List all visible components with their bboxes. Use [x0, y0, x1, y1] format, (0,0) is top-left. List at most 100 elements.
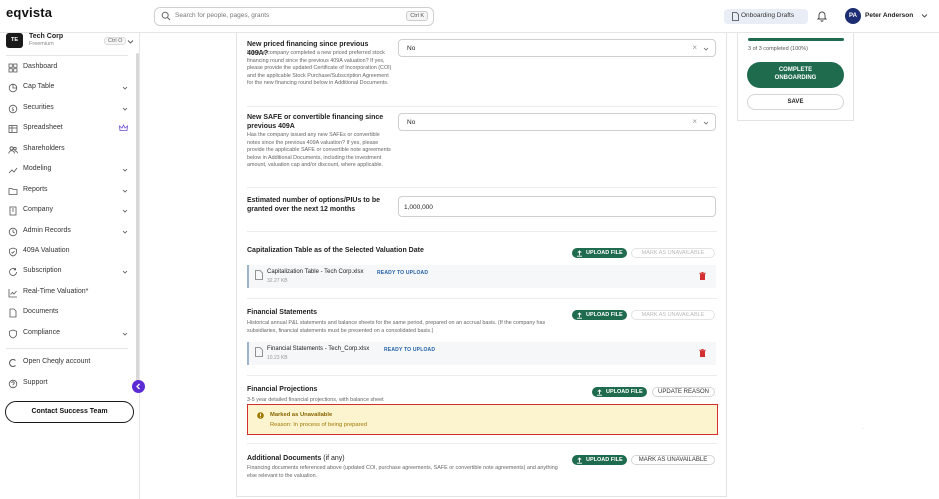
file-size: 10.23 KB	[267, 355, 288, 361]
chevron-down-icon	[122, 230, 128, 234]
safe-financing-select[interactable]: No ×	[398, 113, 716, 131]
upload-file-button[interactable]: UPLOAD FILE	[572, 455, 627, 465]
building-icon	[9, 206, 17, 216]
bell-icon[interactable]	[817, 10, 827, 22]
sidebar-item-subscription[interactable]: Subscription	[8, 265, 128, 279]
company-plan: Freemium	[29, 41, 54, 47]
sidebar-item-open-cheqly[interactable]: Open Cheqly account	[8, 356, 128, 370]
upload-file-button[interactable]: UPLOAD FILE	[572, 248, 627, 258]
sidebar-item-admin-records[interactable]: Admin Records	[8, 225, 128, 239]
document-icon	[9, 308, 17, 318]
upload-file-button[interactable]: UPLOAD FILE	[572, 310, 627, 320]
search-placeholder: Search for people, pages, grants	[175, 12, 270, 19]
dollar-icon: $	[8, 104, 18, 114]
search-input[interactable]: Search for people, pages, grants Ctrl K	[154, 7, 434, 26]
complete-label-line2: ONBOARDING	[774, 74, 817, 81]
modeling-icon	[8, 167, 18, 174]
unavailable-notice: Marked as Unavailable Reason: In process…	[247, 404, 718, 435]
upload-icon	[597, 388, 602, 396]
sidebar-item-label: Real-Time Valuation*	[23, 288, 89, 295]
company-shortcut: Ctrl O	[104, 37, 127, 45]
sidebar-item-label: Spreadsheet	[23, 124, 63, 131]
sidebar-item-label: Compliance	[23, 329, 60, 336]
avatar[interactable]: PA	[845, 8, 861, 24]
sidebar-item-reports[interactable]: Reports	[8, 184, 128, 198]
clear-icon[interactable]: ×	[692, 118, 697, 126]
trash-icon[interactable]	[699, 272, 706, 280]
complete-onboarding-button[interactable]: COMPLETE ONBOARDING	[747, 62, 844, 88]
progress-text: 3 of 3 completed (100%)	[748, 46, 808, 52]
sidebar-item-support[interactable]: Support	[8, 377, 128, 391]
chevron-down-icon[interactable]	[703, 46, 709, 52]
sidebar-item-label: Admin Records	[23, 227, 71, 234]
options-estimate-input[interactable]: 1,000,000	[398, 196, 716, 217]
priced-financing-value: No	[407, 45, 416, 52]
update-reason-button[interactable]: UPDATE REASON	[652, 387, 715, 397]
unavailable-reason: Reason: In process of being prepared	[270, 422, 367, 428]
sidebar-item-cap-table[interactable]: Cap Table	[8, 81, 128, 95]
app-logo[interactable]: eqvista	[6, 5, 52, 20]
chevron-down-icon	[122, 168, 128, 172]
complete-label-line1: COMPLETE	[778, 67, 813, 73]
file-status: READY TO UPLOAD	[384, 347, 436, 353]
sidebar-item-documents[interactable]: Documents	[8, 306, 128, 320]
section-divider	[247, 106, 717, 107]
collapse-sidebar-button[interactable]	[132, 380, 145, 393]
chevron-left-icon	[136, 383, 140, 390]
chevron-down-icon[interactable]	[703, 120, 709, 126]
file-icon	[255, 347, 263, 357]
sidebar-item-label: Modeling	[23, 165, 52, 172]
company-switcher[interactable]: TE Tech Corp Freemium Ctrl O	[6, 33, 136, 55]
sidebar-item-label: Shareholders	[23, 145, 65, 152]
user-name[interactable]: Peter Anderson	[865, 12, 913, 19]
sidebar-item-securities[interactable]: $ Securities	[8, 102, 128, 116]
sidebar-item-modeling[interactable]: Modeling	[8, 163, 128, 177]
upload-icon	[577, 456, 582, 464]
sidebar-item-409a-valuation[interactable]: 409A Valuation	[8, 245, 128, 259]
sidebar-scrollbar[interactable]	[136, 53, 139, 383]
records-icon	[8, 227, 18, 237]
sidebar-item-company[interactable]: Company	[8, 204, 128, 218]
additional-documents-subtitle: Financing documents referenced above (up…	[247, 465, 558, 479]
section-divider	[247, 187, 717, 188]
section-divider	[247, 443, 717, 444]
onboarding-drafts-button[interactable]: Onboarding Drafts	[724, 9, 808, 24]
shield-check-icon	[9, 247, 17, 257]
sidebar-item-real-time-valuation[interactable]: Real-Time Valuation*	[8, 286, 128, 300]
warning-icon	[257, 412, 264, 419]
upload-file-button[interactable]: UPLOAD FILE	[592, 387, 647, 397]
financial-statements-title: Financial Statements	[247, 309, 318, 316]
company-badge: TE	[6, 33, 23, 48]
mark-as-unavailable-button[interactable]: MARK AS UNAVAILABLE	[631, 310, 715, 320]
file-status: READY TO UPLOAD	[377, 270, 429, 276]
sidebar-item-spreadsheet[interactable]: Spreadsheet	[8, 122, 128, 136]
chevron-down-icon[interactable]	[127, 38, 134, 45]
sidebar-divider	[6, 348, 128, 349]
chevron-down-icon[interactable]	[921, 12, 928, 19]
sidebar-item-shareholders[interactable]: Shareholders	[8, 143, 128, 157]
sidebar-item-dashboard[interactable]: Dashboard	[8, 61, 128, 75]
priced-financing-select[interactable]: No ×	[398, 39, 716, 57]
uploaded-file-row: Financial Statements - Tech_Corp.xlsx RE…	[247, 342, 716, 365]
file-name: Financial Statements - Tech_Corp.xlsx	[267, 346, 370, 352]
sidebar-item-label: Documents	[23, 308, 59, 315]
sidebar-item-compliance[interactable]: Compliance	[8, 327, 128, 341]
sidebar-divider	[6, 55, 128, 56]
trash-icon[interactable]	[699, 349, 706, 357]
sidebar-item-label: Company	[23, 206, 53, 213]
pie-chart-icon	[8, 83, 18, 93]
sidebar-item-label: Subscription	[23, 267, 62, 274]
chevron-down-icon	[122, 189, 128, 193]
contact-success-team-button[interactable]: Contact Success Team	[5, 401, 134, 423]
users-icon	[8, 146, 18, 154]
mark-as-unavailable-button[interactable]: MARK AS UNAVAILABLE	[631, 455, 715, 465]
top-bar: eqvista Search for people, pages, grants…	[0, 0, 939, 33]
sidebar-item-label: Securities	[23, 104, 54, 111]
mark-as-unavailable-button[interactable]: MARK AS UNAVAILABLE	[631, 248, 715, 258]
financial-statements-subtitle: Historical annual P&L statements and bal…	[247, 320, 546, 334]
cheqly-icon	[9, 359, 16, 367]
clear-icon[interactable]: ×	[692, 44, 697, 52]
save-button[interactable]: SAVE	[747, 94, 844, 110]
chevron-down-icon	[122, 209, 128, 213]
upload-icon	[577, 249, 582, 257]
